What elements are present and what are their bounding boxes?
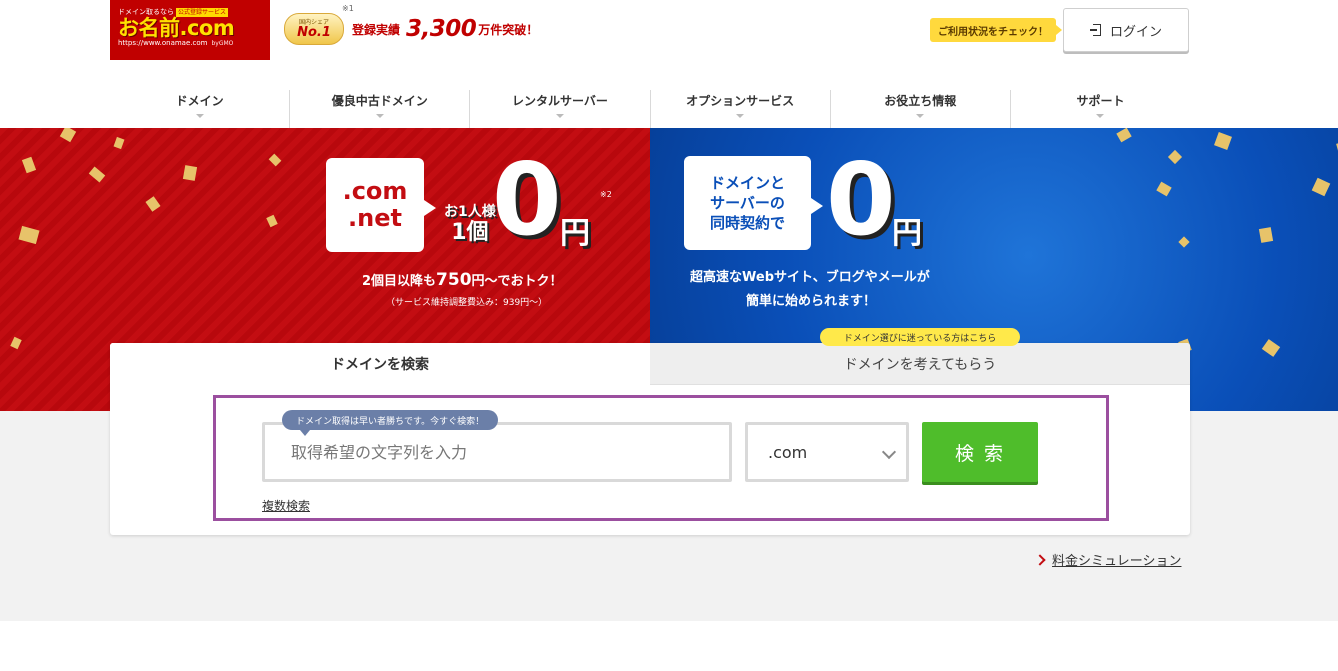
- suggest-badge[interactable]: ドメイン選びに迷っている方はこちら: [820, 328, 1020, 346]
- search-hint-tooltip: ドメイン取得は早い者勝ちです。今すぐ検索！: [282, 410, 499, 436]
- domain-search-input[interactable]: [262, 422, 732, 482]
- bundle-line3: 同時契約で: [709, 214, 785, 232]
- usage-check-badge[interactable]: ご利用状況をチェック！: [930, 18, 1062, 42]
- chevron-down-icon: [375, 114, 384, 118]
- login-button[interactable]: ログイン: [1063, 8, 1189, 52]
- per-line1: お1人様: [444, 204, 496, 220]
- price-yen-left: 円: [560, 216, 590, 251]
- chevron-right-icon: [1034, 553, 1046, 566]
- chevron-down-icon: [881, 444, 897, 460]
- nav-item-label: お役立ち情報: [884, 94, 957, 108]
- second-prefix: 2個目以降も: [362, 274, 437, 289]
- nav-item-useful-info[interactable]: お役立ち情報: [831, 90, 1011, 128]
- award-count: 3,300: [406, 16, 477, 42]
- award-suffix: 万件突破！: [478, 22, 539, 37]
- second-domain-text: 2個目以降も750円〜でおトク！: [362, 270, 563, 290]
- nav-item-domain[interactable]: ドメイン: [110, 90, 291, 128]
- logo-group: byGMO: [211, 40, 234, 47]
- bundle-line1: ドメインと: [709, 174, 785, 192]
- tld-select-value: .com: [768, 442, 808, 462]
- login-icon: [1089, 24, 1102, 36]
- tld-com: .com: [342, 177, 408, 205]
- chevron-down-icon: [736, 114, 745, 118]
- chevron-down-icon: [1096, 114, 1105, 118]
- price-zero-left: 0: [492, 141, 562, 258]
- award-banner: 国内シェア No.1 登録実績 3,300 万件突破！: [284, 10, 538, 48]
- nav-item-label: レンタルサーバー: [511, 94, 608, 108]
- price-simulation-link[interactable]: 料金シミュレーション: [1034, 550, 1182, 569]
- fee-note: （サービス維持調整費込み：939円〜）: [386, 298, 548, 308]
- bundle-desc-line2: 簡単に始められます！: [746, 294, 877, 309]
- tld-box: .com .net: [326, 158, 436, 252]
- multi-search-link[interactable]: 複数検索: [262, 497, 310, 514]
- nav-item-label: サポート: [1076, 94, 1125, 108]
- chevron-down-icon: [195, 114, 204, 118]
- logo-tagline: ドメイン取るなら: [118, 8, 174, 16]
- second-price: 750: [436, 270, 472, 290]
- bundle-line2: サーバーの: [710, 194, 785, 212]
- nav-item-label: ドメイン: [175, 94, 224, 108]
- second-suffix: 円〜でおトク！: [471, 274, 563, 289]
- logo-url: https://www.onamae.com: [118, 39, 208, 47]
- award-label: 登録実績: [352, 22, 401, 37]
- award-badge-main: No.1: [297, 24, 331, 40]
- award-badge: 国内シェア No.1: [284, 13, 344, 45]
- price-zero-right: 0: [826, 141, 896, 258]
- per-line2: 1個: [451, 220, 489, 245]
- nav-item-support[interactable]: サポート: [1011, 90, 1190, 128]
- price-note: ※2: [600, 190, 612, 199]
- chevron-down-icon: [555, 114, 564, 118]
- brand-logo[interactable]: ドメイン取るなら 公式登録サービス お名前.com https://www.ona…: [110, 0, 270, 60]
- tab-domain-search[interactable]: ドメインを検索: [110, 343, 650, 385]
- chevron-down-icon: [916, 114, 925, 118]
- price-yen-right: 円: [892, 216, 922, 251]
- tld-select[interactable]: .com: [745, 422, 909, 482]
- tld-net: .net: [348, 204, 402, 232]
- login-label: ログイン: [1109, 24, 1162, 40]
- main-nav: ドメイン 優良中古ドメイン レンタルサーバー オプションサービス お役立ち情報 …: [110, 90, 1190, 128]
- nav-item-label: オプションサービス: [686, 94, 795, 108]
- nav-item-option-service[interactable]: オプションサービス: [651, 90, 831, 128]
- nav-item-rental-server[interactable]: レンタルサーバー: [470, 90, 651, 128]
- search-button[interactable]: 検 索: [922, 422, 1038, 482]
- bundle-desc-line1: 超高速なWebサイト、ブログやメールが: [690, 270, 930, 285]
- tab-domain-suggest[interactable]: ドメインを考えてもらう: [650, 343, 1190, 385]
- nav-item-label: 優良中古ドメイン: [331, 94, 428, 108]
- bundle-box: ドメインと サーバーの 同時契約で: [684, 156, 823, 250]
- per-person-label: お1人様 1個: [444, 204, 496, 246]
- logo-brand: お名前.com: [118, 16, 235, 40]
- simulation-label: 料金シミュレーション: [1052, 554, 1182, 569]
- nav-item-premium-domain[interactable]: 優良中古ドメイン: [290, 90, 471, 128]
